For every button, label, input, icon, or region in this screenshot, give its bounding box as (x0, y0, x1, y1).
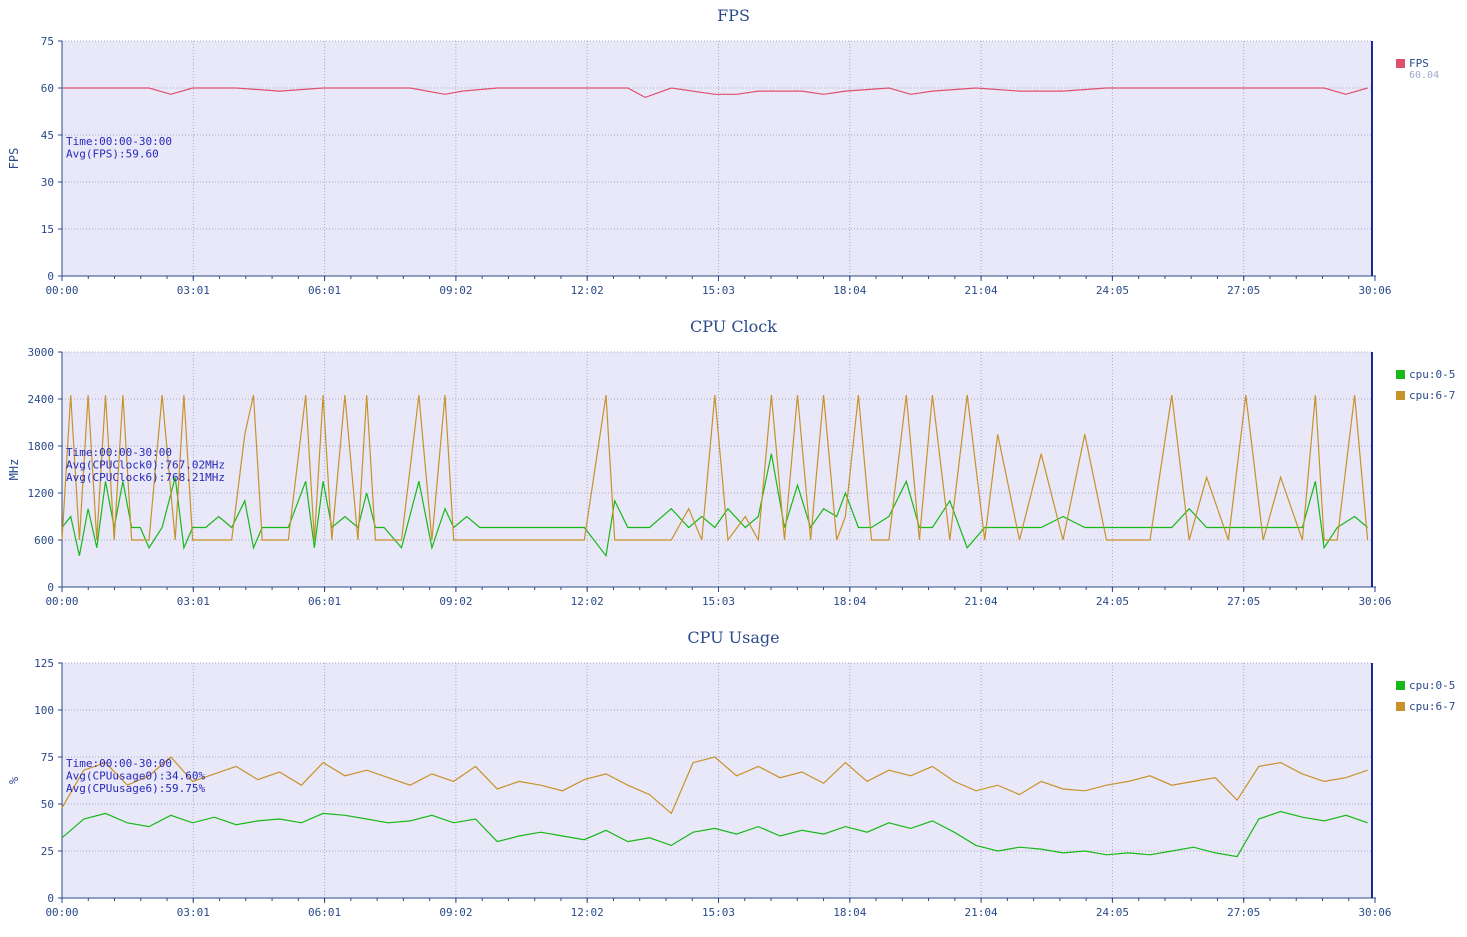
x-tick-label: 27:05 (1227, 595, 1260, 608)
y-tick-label: 600 (34, 534, 54, 547)
y-tick-label: 0 (47, 892, 54, 905)
y-tick-label: 0 (47, 270, 54, 283)
x-tick-label: 09:02 (439, 284, 472, 297)
legend-label: FPS 60.04 (1409, 57, 1440, 81)
y-tick-label: 75 (41, 751, 54, 764)
x-tick-label: 12:02 (571, 906, 604, 919)
y-tick-label: 100 (34, 704, 54, 717)
legend-swatch (1396, 391, 1405, 400)
annotation-text: Avg(FPS):59.60 (66, 148, 159, 161)
annotation-text: Avg(CPUusage6):59.75% (66, 782, 205, 795)
fps-chart-panel: FPS 0 15 30 45 60 75 00:00 03:01 06:01 09:02 12:02… (0, 0, 1467, 311)
x-tick-label: 21:04 (965, 284, 998, 297)
x-tick-label: 09:02 (439, 595, 472, 608)
legend-swatch (1396, 681, 1405, 690)
annotation-text: Time:00:00-30:00 (66, 757, 172, 770)
x-tick-label: 30:06 (1358, 284, 1391, 297)
x-tick-label: 15:03 (702, 906, 735, 919)
y-axis-label: MHz (7, 459, 21, 481)
annotation-text: Avg(CPUClock6):768.21MHz (66, 471, 225, 484)
fps-legend: FPS 60.04 (1396, 57, 1440, 81)
x-tick-label: 03:01 (177, 284, 210, 297)
legend-item: cpu:0-5 (1396, 368, 1455, 389)
x-tick-label: 18:04 (833, 595, 866, 608)
y-tick-label: 60 (41, 82, 54, 95)
y-axis-label: % (7, 776, 21, 784)
x-tick-label: 30:06 (1358, 906, 1391, 919)
legend-swatch (1396, 59, 1405, 68)
x-tick-label: 27:05 (1227, 906, 1260, 919)
x-tick-label: 00:00 (45, 284, 78, 297)
legend-value: 60.04 (1409, 70, 1440, 81)
x-tick-label: 00:00 (45, 906, 78, 919)
legend-label: cpu:6-7 (1409, 700, 1456, 713)
legend-item: cpu:0-5 (1396, 679, 1455, 700)
x-tick-label: 18:04 (833, 906, 866, 919)
legend-label: cpu:0-5 (1409, 679, 1456, 692)
cpu-usage-chart: 0 25 50 75 100 125 00:00 03:01 06:01 09:02 12:02 15… (7, 657, 1392, 919)
x-tick-label: 21:04 (965, 595, 998, 608)
x-tick-label: 06:01 (308, 906, 341, 919)
cpu-usage-chart-panel: CPU Usage 0 25 50 75 100 125 00:00 03:01 06:01 09… (0, 622, 1467, 937)
y-tick-label: 1200 (28, 487, 55, 500)
x-tick-label: 06:01 (308, 595, 341, 608)
y-axis-label: FPS (7, 148, 21, 170)
fps-chart: 0 15 30 45 60 75 00:00 03:01 06:01 09:02 12:02 15:0… (7, 35, 1392, 297)
x-tick-label: 15:03 (702, 284, 735, 297)
legend-label: cpu:6-7 (1409, 389, 1456, 402)
legend-item: FPS 60.04 (1396, 57, 1440, 81)
x-tick-label: 18:04 (833, 284, 866, 297)
y-tick-label: 75 (41, 35, 54, 48)
cpu-usage-legend: cpu:0-5 cpu:6-7 (1396, 679, 1455, 721)
annotation-text: Time:00:00-30:00 (66, 446, 172, 459)
x-tick-label: 15:03 (702, 595, 735, 608)
x-tick-label: 24:05 (1096, 595, 1129, 608)
legend-swatch (1396, 702, 1405, 711)
x-tick-label: 12:02 (571, 595, 604, 608)
y-tick-label: 50 (41, 798, 54, 811)
x-tick-label: 09:02 (439, 906, 472, 919)
x-tick-label: 27:05 (1227, 284, 1260, 297)
legend-swatch (1396, 370, 1405, 379)
legend-label: cpu:0-5 (1409, 368, 1456, 381)
y-tick-label: 0 (47, 581, 54, 594)
y-tick-label: 125 (34, 657, 54, 670)
y-tick-label: 25 (41, 845, 54, 858)
x-tick-label: 24:05 (1096, 906, 1129, 919)
x-tick-label: 03:01 (177, 906, 210, 919)
x-tick-label: 24:05 (1096, 284, 1129, 297)
y-tick-label: 2400 (28, 393, 55, 406)
x-tick-label: 00:00 (45, 595, 78, 608)
plot-area (62, 41, 1372, 276)
legend-item: cpu:6-7 (1396, 700, 1455, 721)
y-tick-label: 45 (41, 129, 54, 142)
cpu-clock-chart-panel: CPU Clock 0 600 1200 1800 2400 3000 00:00 03:01… (0, 311, 1467, 622)
plot-area (62, 663, 1372, 898)
cpu-clock-chart: 0 600 1200 1800 2400 3000 00:00 03:01 06:01 09:02… (7, 346, 1392, 608)
cpu-clock-legend: cpu:0-5 cpu:6-7 (1396, 368, 1455, 410)
y-tick-label: 3000 (28, 346, 55, 359)
y-tick-label: 30 (41, 176, 54, 189)
x-tick-label: 12:02 (571, 284, 604, 297)
y-tick-label: 1800 (28, 440, 55, 453)
y-tick-label: 15 (41, 223, 54, 236)
x-tick-label: 03:01 (177, 595, 210, 608)
annotation-text: Time:00:00-30:00 (66, 135, 172, 148)
annotation-text: Avg(CPUClock0):767.02MHz (66, 459, 225, 472)
annotation-text: Avg(CPUusage0):34.60% (66, 770, 205, 783)
x-tick-label: 06:01 (308, 284, 341, 297)
x-tick-label: 21:04 (965, 906, 998, 919)
x-tick-label: 30:06 (1358, 595, 1391, 608)
legend-item: cpu:6-7 (1396, 389, 1455, 410)
